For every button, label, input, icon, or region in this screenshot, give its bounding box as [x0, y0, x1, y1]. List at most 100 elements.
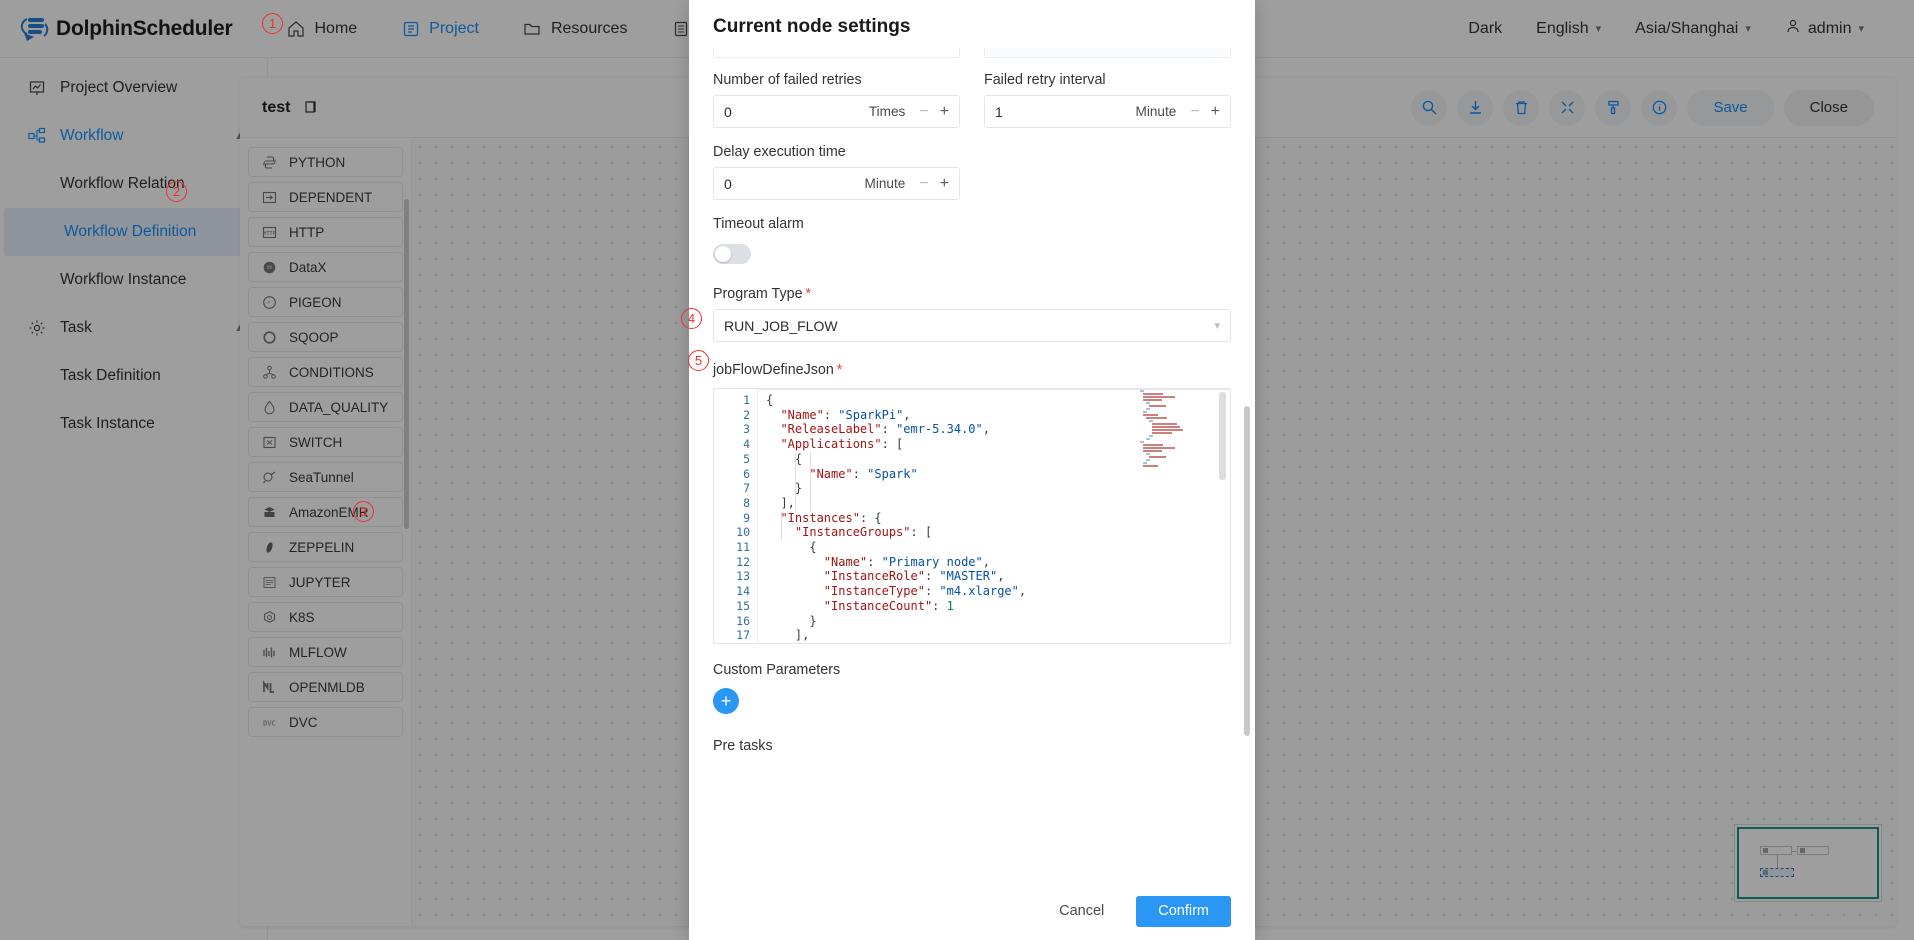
indent-guide	[810, 452, 811, 511]
code-minimap-line	[1143, 444, 1163, 446]
code-minimap-line	[1143, 465, 1158, 467]
job-flow-json-label: jobFlowDefineJson*	[713, 362, 1231, 378]
code-minimap-line	[1152, 429, 1183, 431]
pre-tasks-field: Pre tasks	[713, 738, 1231, 754]
clipped-field-left	[713, 48, 960, 58]
plus-icon[interactable]: +	[940, 103, 949, 121]
code-line-number: 4	[714, 437, 757, 452]
minus-icon[interactable]: −	[919, 175, 928, 193]
code-minimap-line	[1143, 450, 1162, 452]
code-line-number: 14	[714, 584, 757, 599]
code-minimap-line	[1143, 393, 1163, 395]
clipped-field-right	[984, 48, 1231, 58]
code-line-number: 17	[714, 628, 757, 643]
retry-interval-input[interactable]: 1 Minute − +	[984, 95, 1231, 128]
program-type-value: RUN_JOB_FLOW	[724, 318, 838, 334]
delay-execution-value: 0	[724, 176, 732, 192]
code-line-number: 13	[714, 569, 757, 584]
code-line-number: 6	[714, 467, 757, 482]
code-line-numbers: 1234567891011121314151617	[714, 389, 758, 643]
code-line: ],	[766, 496, 1230, 511]
minus-icon[interactable]: −	[919, 103, 928, 121]
code-line-number: 10	[714, 525, 757, 540]
code-minimap[interactable]	[1140, 390, 1196, 470]
code-minimap-line	[1140, 441, 1144, 443]
failed-retries-label: Number of failed retries	[713, 72, 960, 88]
code-line-number: 15	[714, 599, 757, 614]
delay-execution-field: Delay execution time 0 Minute − +	[713, 144, 1231, 200]
program-type-select[interactable]: RUN_JOB_FLOW ▾	[713, 309, 1231, 342]
custom-parameters-label: Custom Parameters	[713, 662, 1231, 678]
code-line-number: 12	[714, 555, 757, 570]
toggle-knob	[715, 246, 731, 262]
required-asterisk: *	[837, 362, 843, 378]
failed-retries-value: 0	[724, 104, 732, 120]
code-line-number: 7	[714, 481, 757, 496]
job-flow-json-label-text: jobFlowDefineJson	[713, 362, 834, 378]
timeout-alarm-label: Timeout alarm	[713, 216, 1231, 232]
code-minimap-line	[1143, 411, 1147, 413]
code-minimap-line	[1146, 402, 1150, 404]
code-minimap-line	[1152, 423, 1177, 425]
delay-execution-stepper[interactable]: − +	[919, 175, 949, 193]
timeout-alarm-toggle[interactable]	[713, 244, 751, 264]
code-minimap-line	[1143, 399, 1162, 401]
code-line: "Instances": {	[766, 511, 1230, 526]
code-minimap-line	[1146, 453, 1150, 455]
code-line-number: 3	[714, 422, 757, 437]
code-line: }	[766, 614, 1230, 629]
failed-retries-unit: Times	[869, 104, 906, 119]
code-minimap-line	[1149, 456, 1166, 458]
code-line-number: 11	[714, 540, 757, 555]
required-asterisk: *	[806, 286, 812, 302]
code-minimap-line	[1146, 438, 1150, 440]
code-line: ],	[766, 628, 1230, 643]
code-minimap-line	[1143, 447, 1175, 449]
custom-parameters-field: Custom Parameters +	[713, 662, 1231, 714]
retry-interval-field: Failed retry interval 1 Minute − +	[984, 72, 1231, 128]
code-line: "InstanceRole": "MASTER",	[766, 569, 1230, 584]
retry-interval-unit: Minute	[1136, 104, 1177, 119]
program-type-label: Program Type*	[713, 286, 1231, 302]
code-line-number: 8	[714, 496, 757, 511]
dialog-title: Current node settings	[689, 0, 1255, 48]
timeout-alarm-field: Timeout alarm	[713, 216, 1231, 264]
retry-interval-stepper[interactable]: − +	[1190, 103, 1220, 121]
code-minimap-line	[1143, 414, 1158, 416]
code-minimap-line	[1146, 408, 1150, 410]
add-custom-parameter-button[interactable]: +	[713, 688, 739, 714]
dialog-scroll-area: Number of failed retries 0 Times − + Fai…	[689, 48, 1255, 882]
code-line-number: 9	[714, 511, 757, 526]
minus-icon[interactable]: −	[1190, 103, 1199, 121]
delay-execution-input[interactable]: 0 Minute − +	[713, 167, 960, 200]
json-code-editor[interactable]: 1234567891011121314151617 { "Name": "Spa…	[713, 388, 1231, 644]
code-minimap-line	[1152, 432, 1172, 434]
dialog-scrollbar[interactable]	[1244, 406, 1250, 736]
confirm-button[interactable]: Confirm	[1136, 896, 1231, 927]
pre-tasks-label: Pre tasks	[713, 738, 1231, 754]
job-flow-json-field: jobFlowDefineJson* 123456789101112131415…	[713, 362, 1231, 644]
code-minimap-line	[1143, 396, 1175, 398]
code-minimap-line	[1140, 390, 1144, 392]
delay-execution-unit: Minute	[865, 176, 906, 191]
code-line: "Name": "Primary node",	[766, 555, 1230, 570]
code-minimap-line	[1149, 435, 1153, 437]
plus-icon[interactable]: +	[940, 175, 949, 193]
code-minimap-line	[1149, 420, 1153, 422]
cancel-button[interactable]: Cancel	[1043, 896, 1120, 927]
code-line: {	[766, 540, 1230, 555]
plus-icon[interactable]: +	[1211, 103, 1220, 121]
failed-retries-input[interactable]: 0 Times − +	[713, 95, 960, 128]
code-line: "InstanceCount": 1	[766, 599, 1230, 614]
failed-retries-stepper[interactable]: − +	[919, 103, 949, 121]
code-line: }	[766, 481, 1230, 496]
code-line-number: 2	[714, 408, 757, 423]
code-line-number: 1	[714, 393, 757, 408]
code-scrollbar-track[interactable]	[1217, 390, 1229, 642]
code-scrollbar-thumb[interactable]	[1219, 392, 1226, 480]
failed-retries-field: Number of failed retries 0 Times − +	[713, 72, 960, 128]
clipped-top-fields	[713, 48, 1231, 58]
program-type-field: Program Type* RUN_JOB_FLOW ▾	[713, 286, 1231, 342]
code-minimap-line	[1146, 417, 1167, 419]
code-line: "InstanceGroups": [	[766, 525, 1230, 540]
